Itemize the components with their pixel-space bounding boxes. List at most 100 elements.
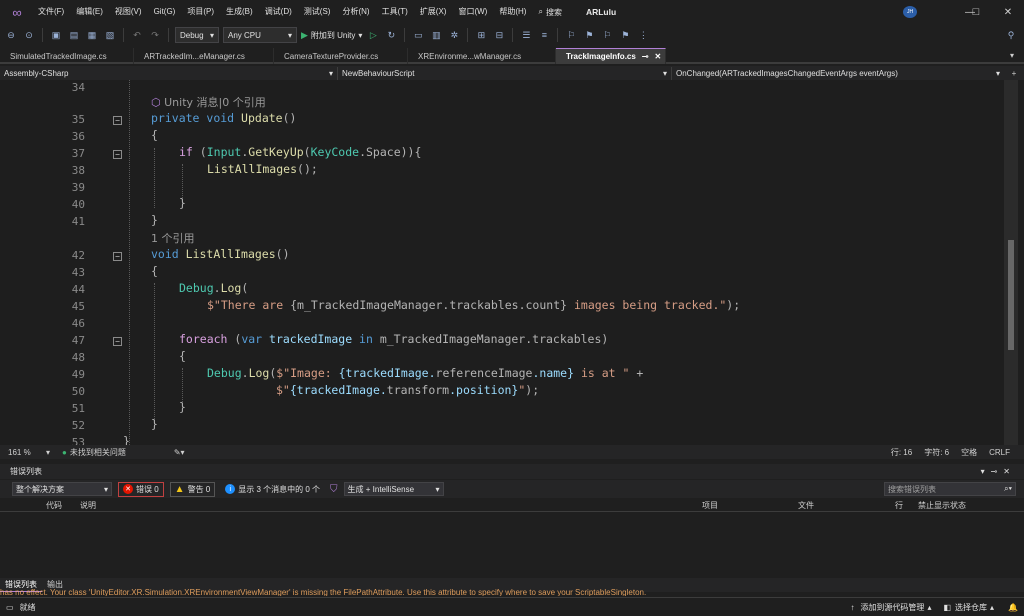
attach-unity-button[interactable]: ▶ 附加到 Unity ▾ — [301, 30, 362, 41]
menu-debug[interactable]: 调试(D) — [259, 0, 298, 24]
code-editor[interactable]: 34 35 36 37 38 39 40 41 42 43 44 45 46 4… — [0, 80, 1024, 445]
repo-icon: ◧ — [943, 602, 952, 612]
messages-filter-button[interactable]: i 显示 3 个消息中的 0 个 — [221, 482, 324, 497]
bookmark-icon[interactable]: ⚐ — [564, 28, 578, 42]
new-project-icon[interactable]: ▣ — [49, 28, 63, 42]
stop-icon[interactable]: ⊟ — [492, 28, 506, 42]
bookmark-clear-icon[interactable]: ⚑ — [618, 28, 632, 42]
column-code[interactable]: 代码 — [46, 500, 62, 511]
collapse-icon[interactable]: − — [113, 150, 122, 159]
layout-icon[interactable]: ▥ — [429, 28, 443, 42]
menu-file[interactable]: 文件(F) — [32, 0, 70, 24]
menu-edit[interactable]: 编辑(E) — [70, 0, 109, 24]
menu-analyze[interactable]: 分析(N) — [336, 0, 375, 24]
brush-icon[interactable]: ✎▾ — [174, 448, 185, 457]
menu-build[interactable]: 生成(B) — [220, 0, 259, 24]
split-icon[interactable]: + — [1004, 69, 1024, 78]
menu-window[interactable]: 窗口(W) — [452, 0, 493, 24]
code-line: } — [151, 213, 158, 227]
error-list-toolbar: 整个解决方案 ▾ ✕ 错误 0 ▲ 警告 0 i 显示 3 个消息中的 0 个 … — [0, 480, 1024, 498]
member-dropdown[interactable]: OnChanged(ARTrackedImagesChangedEventArg… — [672, 67, 1004, 80]
menu-test[interactable]: 测试(S) — [298, 0, 337, 24]
add-to-source-control[interactable]: 添加到源代码管理 — [860, 602, 924, 613]
hot-reload-icon[interactable]: ↻ — [384, 28, 398, 42]
tab-track-image-info[interactable]: TrackImageInfo.cs ⊸ ✕ — [556, 48, 666, 64]
save-icon[interactable]: ▦ — [85, 28, 99, 42]
project-dropdown[interactable]: Assembly-CSharp ▾ — [0, 66, 338, 80]
outdent-icon[interactable]: ≡ — [537, 28, 551, 42]
column-suppression[interactable]: 禁止显示状态 — [918, 500, 966, 511]
menu-view[interactable]: 视图(V) — [109, 0, 148, 24]
nav-forward-icon[interactable]: ⊙ — [22, 28, 36, 42]
scope-select[interactable]: 整个解决方案 ▾ — [12, 482, 112, 496]
error-list-title: 错误列表 — [10, 467, 42, 476]
warnings-filter-button[interactable]: ▲ 警告 0 — [169, 481, 216, 497]
chevron-up-icon: ▴ — [927, 602, 932, 612]
menu-tools[interactable]: 工具(T) — [376, 0, 414, 24]
solution-name: ARLulu — [585, 7, 617, 17]
column-project[interactable]: 项目 — [702, 500, 718, 511]
avatar[interactable]: JH — [903, 6, 917, 18]
tab-camera-texture-provider[interactable]: CameraTextureProvider.cs — [274, 48, 408, 64]
menu-help[interactable]: 帮助(H) — [493, 0, 532, 24]
tab-ar-tracked-image-manager[interactable]: ARTrackedIm...eManager.cs — [134, 48, 274, 64]
bookmark-next-icon[interactable]: ⚐ — [600, 28, 614, 42]
bug-icon[interactable]: ✲ — [447, 28, 461, 42]
close-icon[interactable]: ✕ — [990, 0, 1024, 24]
whitespace-mode[interactable]: 空格 — [961, 447, 977, 458]
code-line: { — [151, 264, 158, 278]
line-ending[interactable]: CRLF — [989, 448, 1010, 457]
browser-link-icon[interactable]: ▭ — [411, 28, 425, 42]
panel-window-controls-icon[interactable]: ▾⊸✕ — [981, 467, 1016, 476]
issues-status[interactable]: 未找到相关问题 — [70, 447, 126, 458]
column-line[interactable]: 行 — [895, 500, 903, 511]
filter-icon[interactable]: ⛉ — [330, 484, 338, 495]
zoom-level[interactable]: 161 % — [0, 448, 46, 457]
code-line: { — [179, 349, 186, 363]
menu-git[interactable]: Git(G) — [148, 0, 182, 24]
redo-icon[interactable]: ↷ — [148, 28, 162, 42]
scrollbar-thumb[interactable] — [1008, 240, 1014, 350]
codelens-unity-message[interactable]: ⬡ Unity 消息|0 个引用 — [151, 94, 266, 110]
config-select[interactable]: Debug ▾ — [175, 27, 219, 43]
tab-simulated-tracked-image[interactable]: SimulatedTrackedImage.cs — [0, 48, 134, 64]
chevron-down-icon[interactable]: ▾ — [46, 448, 58, 457]
bookmark-prev-icon[interactable]: ⚑ — [582, 28, 596, 42]
close-tab-icon[interactable]: ✕ — [655, 52, 662, 61]
collapse-icon[interactable]: − — [113, 252, 122, 261]
select-repository[interactable]: 选择仓库 — [955, 602, 987, 613]
nav-back-icon[interactable]: ⊖ — [4, 28, 18, 42]
error-list-body[interactable] — [0, 512, 1024, 578]
tab-xr-environment-view-manager[interactable]: XREnvironme...wManager.cs — [408, 48, 556, 64]
codelens-references[interactable]: 1 个引用 — [151, 230, 195, 246]
maximize-icon[interactable]: □ — [958, 0, 994, 24]
notifications-icon[interactable]: 🔔 — [1008, 603, 1018, 612]
undo-icon[interactable]: ↶ — [130, 28, 144, 42]
overflow-icon[interactable]: ⋮ — [636, 28, 650, 42]
open-file-icon[interactable]: ▤ — [67, 28, 81, 42]
tab-overflow-icon[interactable]: ▾ — [1010, 48, 1014, 62]
build-filter-select[interactable]: 生成 + IntelliSense ▾ — [343, 482, 444, 496]
start-without-debug-icon[interactable]: ▷ — [366, 28, 380, 42]
pin-icon[interactable]: ⊸ — [642, 52, 649, 61]
info-icon: i — [225, 484, 236, 494]
indent-icon[interactable]: ☰ — [519, 28, 533, 42]
chevron-down-icon: ▾ — [328, 68, 333, 78]
menu-extensions[interactable]: 扩展(X) — [414, 0, 453, 24]
line-number: 45 — [71, 300, 85, 313]
collapse-icon[interactable]: − — [113, 337, 122, 346]
search-box[interactable]: ⌕ 搜索 — [538, 7, 561, 18]
class-dropdown[interactable]: NewBehaviourScript ▾ — [338, 66, 672, 80]
column-file[interactable]: 文件 — [798, 500, 814, 511]
collapse-icon[interactable]: − — [113, 116, 122, 125]
tab-label: XREnvironme...wManager.cs — [418, 51, 522, 61]
errors-filter-button[interactable]: ✕ 错误 0 — [118, 481, 164, 497]
menu-project[interactable]: 项目(P) — [181, 0, 220, 24]
chevron-up-icon: ▴ — [990, 602, 995, 612]
solution-explorer-icon[interactable]: ⊞ — [474, 28, 488, 42]
column-description[interactable]: 说明 — [80, 500, 96, 511]
save-all-icon[interactable]: ▧ — [103, 28, 117, 42]
live-share-icon[interactable]: ⚲ — [1004, 28, 1018, 42]
error-search-input[interactable]: 搜索错误列表 ⌕▾ — [884, 482, 1016, 496]
platform-select[interactable]: Any CPU ▾ — [223, 27, 297, 43]
